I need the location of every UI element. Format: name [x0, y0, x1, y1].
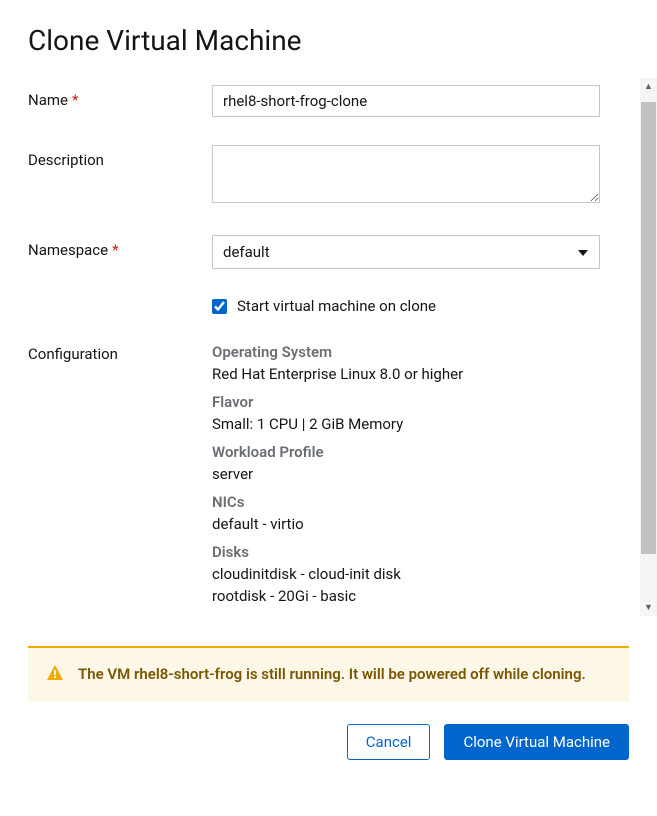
scroll-down-icon[interactable]: ▼: [640, 599, 657, 616]
config-value: server: [212, 465, 629, 483]
namespace-row: Namespace* default: [28, 235, 629, 269]
description-label: Description: [28, 145, 212, 169]
button-row: Cancel Clone Virtual Machine: [28, 724, 629, 760]
modal-body: Clone Virtual Machine Name* Description …: [0, 0, 657, 632]
configuration-section: Configuration Operating System Red Hat E…: [28, 343, 629, 615]
namespace-label: Namespace*: [28, 235, 212, 259]
description-textarea[interactable]: [212, 145, 600, 203]
warning-icon: [46, 664, 64, 686]
configuration-label: Configuration: [28, 343, 212, 615]
clone-button[interactable]: Clone Virtual Machine: [444, 724, 629, 760]
config-value: default - virtio: [212, 515, 629, 533]
modal-footer: The VM rhel8-short-frog is still running…: [0, 632, 657, 784]
scrollbar-track[interactable]: ▲ ▼: [640, 78, 657, 616]
name-input[interactable]: [212, 85, 600, 117]
config-heading: Flavor: [212, 393, 629, 411]
name-label: Name*: [28, 85, 212, 109]
warning-text: The VM rhel8-short-frog is still running…: [78, 664, 613, 686]
config-heading: Operating System: [212, 343, 629, 361]
config-value: cloudinitdisk - cloud-init disk: [212, 565, 629, 583]
cancel-button[interactable]: Cancel: [347, 724, 431, 760]
start-on-clone-checkbox[interactable]: [212, 299, 227, 314]
scroll-up-icon[interactable]: ▲: [640, 78, 657, 95]
required-indicator: *: [72, 91, 78, 109]
warning-alert: The VM rhel8-short-frog is still running…: [28, 646, 629, 702]
config-value: Red Hat Enterprise Linux 8.0 or higher: [212, 365, 629, 383]
config-heading: Workload Profile: [212, 443, 629, 461]
description-row: Description: [28, 145, 629, 207]
config-heading: Disks: [212, 543, 629, 561]
name-row: Name*: [28, 85, 629, 117]
config-value: Small: 1 CPU | 2 GiB Memory: [212, 415, 629, 433]
config-value: rootdisk - 20Gi - basic: [212, 587, 629, 605]
config-heading: NICs: [212, 493, 629, 511]
scrollbar-thumb[interactable]: [641, 102, 656, 554]
modal-title: Clone Virtual Machine: [28, 24, 629, 57]
start-on-clone-label: Start virtual machine on clone: [237, 297, 436, 315]
required-indicator: *: [112, 241, 118, 259]
namespace-select[interactable]: default: [212, 235, 600, 269]
start-on-clone-row: Start virtual machine on clone: [212, 297, 629, 315]
